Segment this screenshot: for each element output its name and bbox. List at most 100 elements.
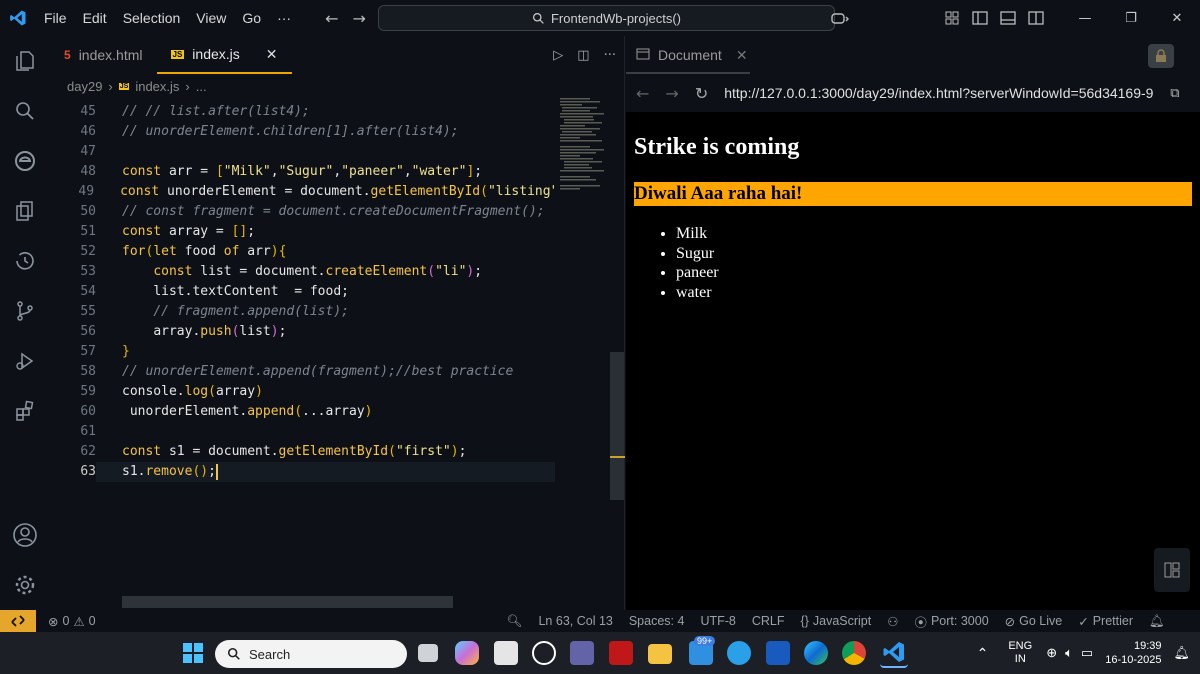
edge-icon[interactable] [804,641,828,665]
encoding[interactable]: UTF-8 [692,614,743,628]
zoom-icon[interactable]: 🔍︎ [499,614,531,629]
horizontal-scrollbar[interactable] [122,596,453,608]
code-line[interactable]: 63 s1.remove(); [50,462,555,482]
task-view-icon[interactable] [418,644,438,662]
windows-start-icon[interactable] [183,643,203,667]
more-actions-icon[interactable]: ··· [604,48,616,63]
customize-layout-icon[interactable] [938,0,966,36]
toggle-panel-icon[interactable] [994,0,1022,36]
mcafee-icon[interactable] [609,641,633,665]
breadcrumb-symbol[interactable]: ... [196,79,207,94]
port-status[interactable]: ⦿ Port: 3000 [906,612,996,631]
account-icon[interactable] [0,510,50,560]
code-line[interactable]: 57} [50,342,555,362]
tab-document[interactable]: Document ✕ [626,36,1200,74]
go-live-button[interactable]: ⊘ Go Live [997,614,1071,629]
breadcrumb-folder[interactable]: day29 [67,79,102,94]
line-endings[interactable]: CRLF [744,614,793,628]
help-icon[interactable] [727,641,751,665]
code-line[interactable]: 60 unorderElement.append(...array) [50,402,555,422]
chevron-up-icon[interactable]: ⌃ [967,645,999,662]
lock-icon[interactable] [1148,44,1174,68]
code-line[interactable]: 49 const unorderElement = document.getEle… [50,182,555,202]
settings-gear-icon[interactable] [0,560,50,610]
code-line[interactable]: 48 const arr = ["Milk","Sugur","paneer","… [50,162,555,182]
menu-edit[interactable]: Edit [75,10,115,26]
code-line[interactable]: 61 [50,422,555,442]
code-line[interactable]: 58 // unorderElement.append(fragment);//b… [50,362,555,382]
close-tab-icon[interactable]: ✕ [736,47,748,64]
reload-icon[interactable]: ↻ [695,84,708,103]
vertical-scrollbar[interactable] [610,352,624,500]
menu-view[interactable]: View [188,10,234,26]
toggle-secondary-sidebar-icon[interactable] [1022,0,1050,36]
restore-button[interactable]: ❐ [1108,0,1154,36]
cursor-position[interactable]: Ln 63, Col 13 [530,614,620,628]
open-in-browser-icon[interactable]: ⧉ [1170,86,1179,101]
explorer-icon[interactable] [0,36,50,86]
browser-forward-icon[interactable]: → [665,84,678,103]
battery-icon[interactable]: ▭ [1077,645,1097,661]
code-line[interactable]: 47 [50,142,555,162]
copilot-status-icon[interactable]: ⚇ [879,614,906,629]
timeline-icon[interactable] [0,236,50,286]
close-window-button[interactable]: ✕ [1154,0,1200,36]
word-icon[interactable] [766,641,790,665]
code-line[interactable]: 45 // // list.after(list4); [50,102,555,122]
breadcrumb-file[interactable]: index.js [135,79,179,94]
code-line[interactable]: 46 // unorderElement.children[1].after(li… [50,122,555,142]
code-line[interactable]: 55 // fragment.append(list); [50,302,555,322]
store-icon[interactable] [494,641,518,665]
search-icon[interactable] [0,86,50,136]
code-line[interactable]: 56 array.push(list); [50,322,555,342]
problems-indicator[interactable]: ⊗ 0 ⚠ 0 [40,614,104,629]
code-line[interactable]: 51 const array = []; [50,222,555,242]
close-tab-icon[interactable]: ✕ [266,46,278,63]
source-control-icon[interactable] [0,286,50,336]
url-input[interactable]: http://127.0.0.1:3000/day29/index.html?s… [724,85,1154,101]
minimap[interactable] [560,96,612,206]
clock[interactable]: 19:39 16-10-2025 [1097,639,1173,667]
code-line[interactable]: 59 console.log(array) [50,382,555,402]
code-area[interactable]: 45 // // list.after(list4); 46 // unorderEl… [50,102,555,482]
taskbar-search[interactable]: Search [215,640,407,668]
code-line[interactable]: 54 list.textContent = food; [50,282,555,302]
vscode-taskbar-icon[interactable] [880,638,908,668]
prettier-status[interactable]: ✓ Prettier [1070,614,1141,629]
copy-files-icon[interactable] [0,186,50,236]
menu-more[interactable]: ··· [269,10,299,26]
toggle-sidebar-icon[interactable] [966,0,994,36]
tab-index-html[interactable]: 5 index.html [50,36,157,74]
hp-icon[interactable] [532,641,556,665]
menu-file[interactable]: File [36,10,75,26]
network-icon[interactable]: ⊕ [1042,645,1061,661]
code-line[interactable]: 50 // const fragment = document.createDoc… [50,202,555,222]
menu-selection[interactable]: Selection [115,10,189,26]
menu-go[interactable]: Go [234,10,269,26]
browser-back-icon[interactable]: ← [636,84,649,103]
split-editor-icon[interactable]: ◫ [577,48,589,63]
code-line[interactable]: 62 const s1 = document.getElementById("fi… [50,442,555,462]
run-icon[interactable]: ▷ [553,48,563,63]
run-debug-icon[interactable] [0,336,50,386]
remote-indicator-icon[interactable] [0,610,36,632]
language-mode[interactable]: {} JavaScript [793,614,880,628]
teams-icon[interactable] [570,641,594,665]
notifications-bell-icon[interactable]: 🔔︎ [1141,614,1173,629]
chrome-icon[interactable] [842,641,866,665]
forward-arrow-icon[interactable]: → [352,9,365,28]
indentation[interactable]: Spaces: 4 [621,614,693,628]
minimize-button[interactable]: — [1062,0,1108,36]
command-center[interactable]: FrontendWb-projects() [378,5,835,31]
layout-toggle-icon[interactable] [1154,548,1190,592]
code-line[interactable]: 53 const list = document.createElement("… [50,262,555,282]
back-arrow-icon[interactable]: ← [325,9,338,28]
edge-browser-icon[interactable] [0,136,50,186]
extensions-icon[interactable] [0,386,50,436]
language-indicator[interactable]: ENG IN [998,640,1042,666]
code-line[interactable]: 52 for(let food of arr){ [50,242,555,262]
file-explorer-icon[interactable] [648,644,672,664]
copilot-icon[interactable] [820,0,860,36]
notification-center-icon[interactable]: 🔔︎ [1173,645,1200,661]
copilot-app-icon[interactable] [455,641,479,665]
